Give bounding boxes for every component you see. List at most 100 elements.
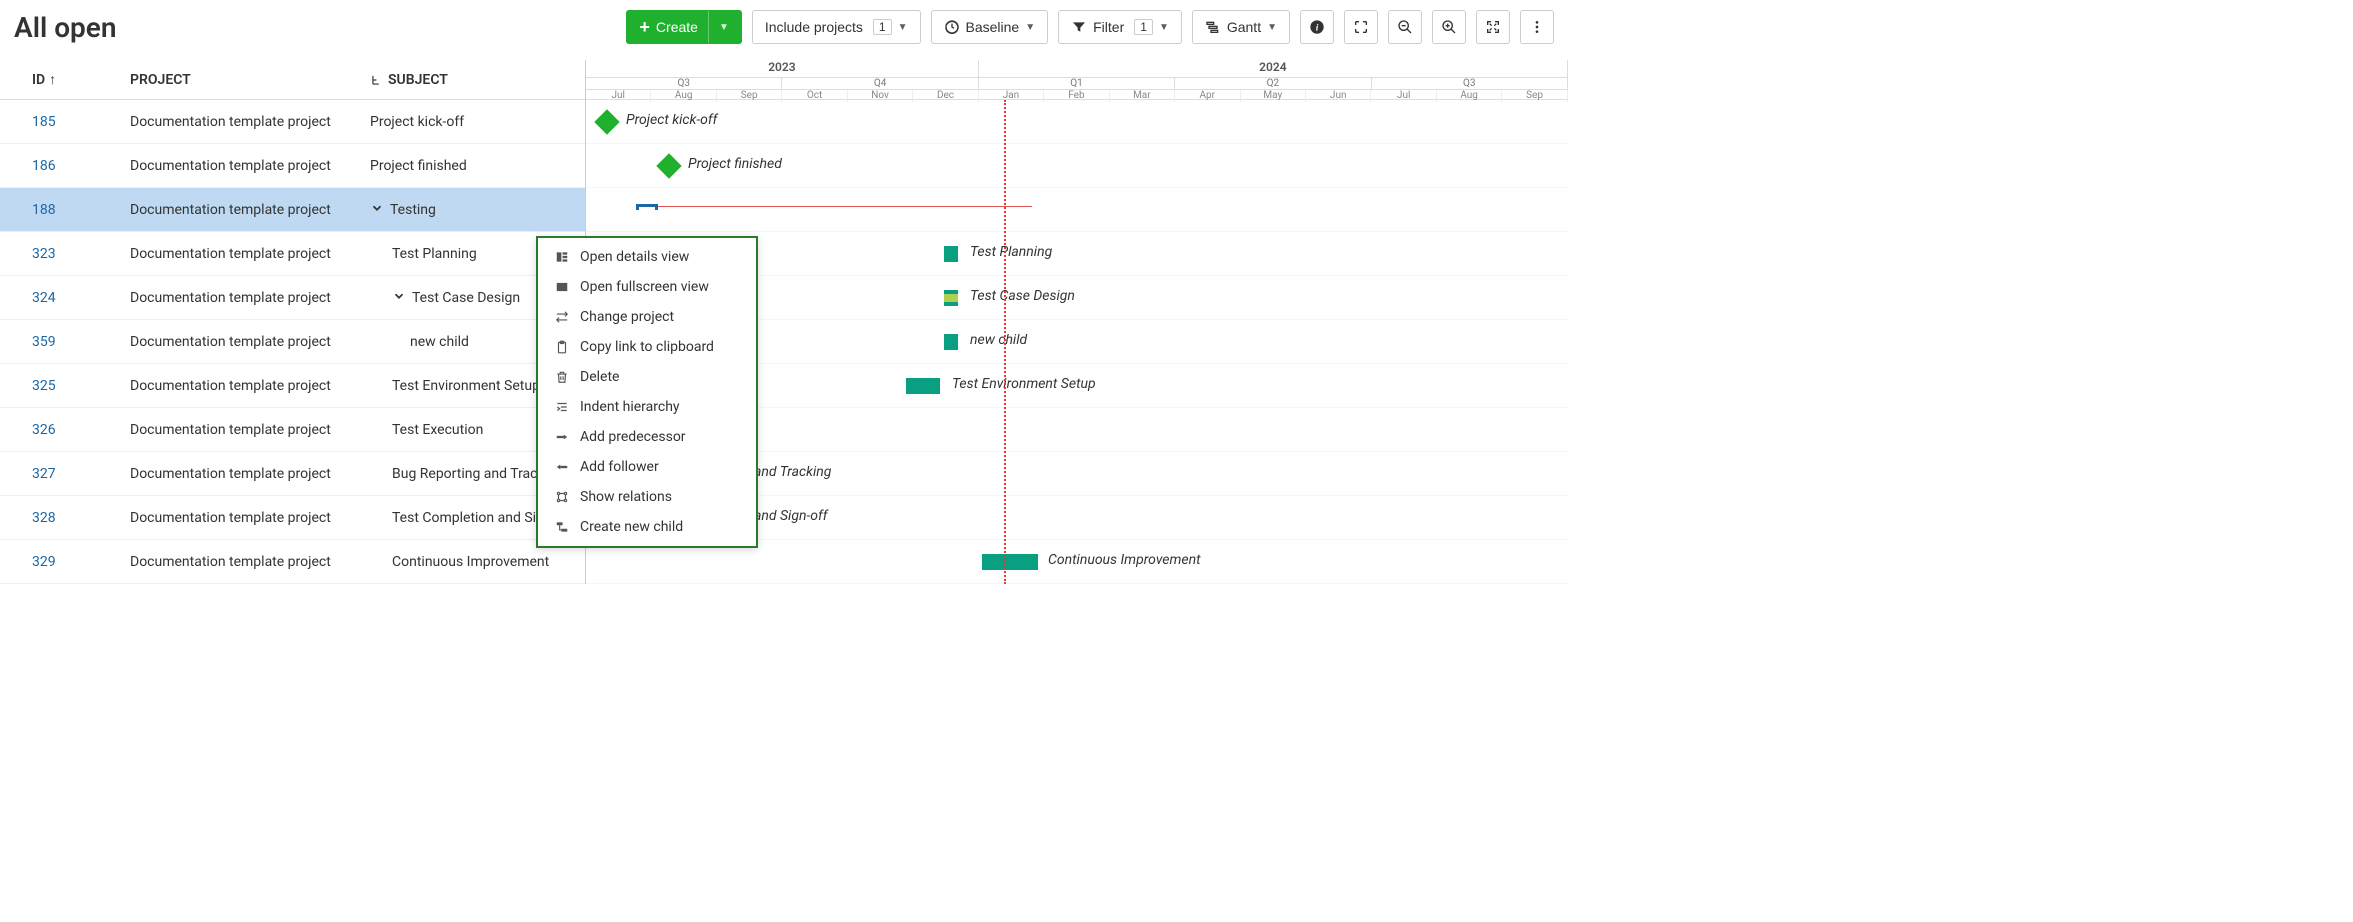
project-name: Documentation template project: [130, 510, 370, 526]
menu-item-delete[interactable]: Delete: [538, 362, 756, 392]
milestone-diamond[interactable]: [656, 153, 681, 178]
menu-item-indent[interactable]: Indent hierarchy: [538, 392, 756, 422]
menu-item-predecessor[interactable]: Add predecessor: [538, 422, 756, 452]
work-package-id[interactable]: 359: [0, 334, 130, 350]
menu-item-clipboard[interactable]: Copy link to clipboard: [538, 332, 756, 362]
gantt-view-button[interactable]: Gantt ▼: [1192, 10, 1290, 44]
chevron-down-icon[interactable]: [392, 289, 406, 307]
more-options-button[interactable]: [1520, 10, 1554, 44]
zoom-in-button[interactable]: [1432, 10, 1466, 44]
table-row[interactable]: 359Documentation template projectnew chi…: [0, 320, 585, 364]
subject-cell[interactable]: Project kick-off: [370, 114, 585, 130]
page-title: All open: [14, 11, 117, 44]
zoom-out-button[interactable]: [1388, 10, 1422, 44]
quarter-label: Q3: [586, 78, 782, 90]
table-row[interactable]: 326Documentation template project Test Ex…: [0, 408, 585, 452]
subject-text: Project finished: [370, 158, 467, 174]
include-projects-label: Include projects: [765, 19, 863, 35]
table-row[interactable]: 329Documentation template projectContinu…: [0, 540, 585, 584]
history-icon: [944, 19, 960, 35]
menu-item-label: Change project: [580, 309, 674, 325]
menu-item-relations[interactable]: Show relations: [538, 482, 756, 512]
project-name: Documentation template project: [130, 246, 370, 262]
project-name: Documentation template project: [130, 378, 370, 394]
work-package-id[interactable]: 188: [0, 202, 130, 218]
include-projects-button[interactable]: Include projects 1 ▼: [752, 10, 921, 44]
table-row[interactable]: 328Documentation template projectTest Co…: [0, 496, 585, 540]
work-package-id[interactable]: 325: [0, 378, 130, 394]
dependency-line: [658, 206, 1032, 207]
indent-icon: [554, 400, 570, 414]
table-row[interactable]: 324Documentation template projectTest Ca…: [0, 276, 585, 320]
column-subject-label: SUBJECT: [388, 72, 448, 88]
table-header: ID ↑ PROJECT SUBJECT: [0, 60, 585, 100]
svg-text:i: i: [1316, 23, 1319, 33]
table-row[interactable]: 185Documentation template projectProject…: [0, 100, 585, 144]
zoom-fit-button[interactable]: [1476, 10, 1510, 44]
gantt-icon: [1205, 19, 1221, 35]
follower-icon: [554, 460, 570, 474]
work-package-id[interactable]: 185: [0, 114, 130, 130]
work-package-id[interactable]: 326: [0, 422, 130, 438]
subject-text: Test Planning: [392, 246, 477, 262]
table-row[interactable]: 327Documentation template projectBug Rep…: [0, 452, 585, 496]
sort-asc-icon: ↑: [49, 71, 56, 88]
subject-text: Test Execution: [392, 422, 483, 438]
zoom-fit-icon: [1485, 19, 1501, 35]
quarter-label: Q4: [782, 78, 978, 90]
column-id-header[interactable]: ID ↑: [0, 71, 130, 88]
delete-icon: [554, 370, 570, 384]
menu-item-label: Delete: [580, 369, 619, 385]
predecessor-icon: [554, 430, 570, 444]
filter-button[interactable]: Filter 1 ▼: [1058, 10, 1182, 44]
gantt-bar-label: Test Environment Setup: [952, 376, 1096, 392]
create-button[interactable]: + Create ▼: [626, 10, 741, 44]
subject-cell[interactable]: Project finished: [370, 158, 585, 174]
menu-item-details[interactable]: Open details view: [538, 242, 756, 272]
gantt-bar[interactable]: [944, 246, 958, 262]
year-label: 2024: [979, 60, 1568, 78]
gantt-bar-label: and Sign-off: [754, 508, 827, 524]
table-row[interactable]: 325Documentation template projectTest En…: [0, 364, 585, 408]
work-package-id[interactable]: 327: [0, 466, 130, 482]
subject-text: Test Case Design: [412, 290, 520, 306]
gantt-bar-label: new child: [970, 332, 1027, 348]
work-package-id[interactable]: 323: [0, 246, 130, 262]
menu-item-child[interactable]: Create new child: [538, 512, 756, 542]
baseline-button[interactable]: Baseline ▼: [931, 10, 1049, 44]
gantt-bar[interactable]: [982, 554, 1038, 570]
table-row[interactable]: 323Documentation template project Test Pl…: [0, 232, 585, 276]
milestone-diamond[interactable]: [594, 109, 619, 134]
project-name: Documentation template project: [130, 422, 370, 438]
child-icon: [554, 520, 570, 534]
gantt-bar[interactable]: [944, 290, 958, 306]
relations-icon: [554, 490, 570, 504]
fullscreen-button[interactable]: [1344, 10, 1378, 44]
menu-item-fullscreen[interactable]: Open fullscreen view: [538, 272, 756, 302]
filter-count: 1: [1134, 19, 1153, 35]
fullscreen-icon: [554, 280, 570, 294]
chevron-down-icon[interactable]: [370, 201, 384, 219]
info-button[interactable]: i: [1300, 10, 1334, 44]
work-package-id[interactable]: 328: [0, 510, 130, 526]
column-subject-header[interactable]: SUBJECT: [370, 72, 585, 88]
work-package-id[interactable]: 324: [0, 290, 130, 306]
subject-cell[interactable]: Testing: [370, 201, 585, 219]
include-projects-count: 1: [873, 19, 892, 35]
work-package-id[interactable]: 329: [0, 554, 130, 570]
subject-cell[interactable]: Continuous Improvement: [370, 554, 585, 570]
menu-item-follower[interactable]: Add follower: [538, 452, 756, 482]
menu-item-change[interactable]: Change project: [538, 302, 756, 332]
work-package-id[interactable]: 186: [0, 158, 130, 174]
gantt-bar[interactable]: [944, 334, 958, 350]
chevron-down-icon: ▼: [1159, 22, 1169, 33]
column-project-header[interactable]: PROJECT: [130, 72, 370, 88]
table-row[interactable]: 186Documentation template projectProject…: [0, 144, 585, 188]
gantt-group-bar[interactable]: [636, 204, 658, 210]
table-row[interactable]: 188Documentation template projectTesting: [0, 188, 585, 232]
today-line: [1004, 100, 1006, 584]
change-icon: [554, 310, 570, 324]
project-name: Documentation template project: [130, 202, 370, 218]
zoom-in-icon: [1441, 19, 1457, 35]
gantt-bar[interactable]: [906, 378, 940, 394]
